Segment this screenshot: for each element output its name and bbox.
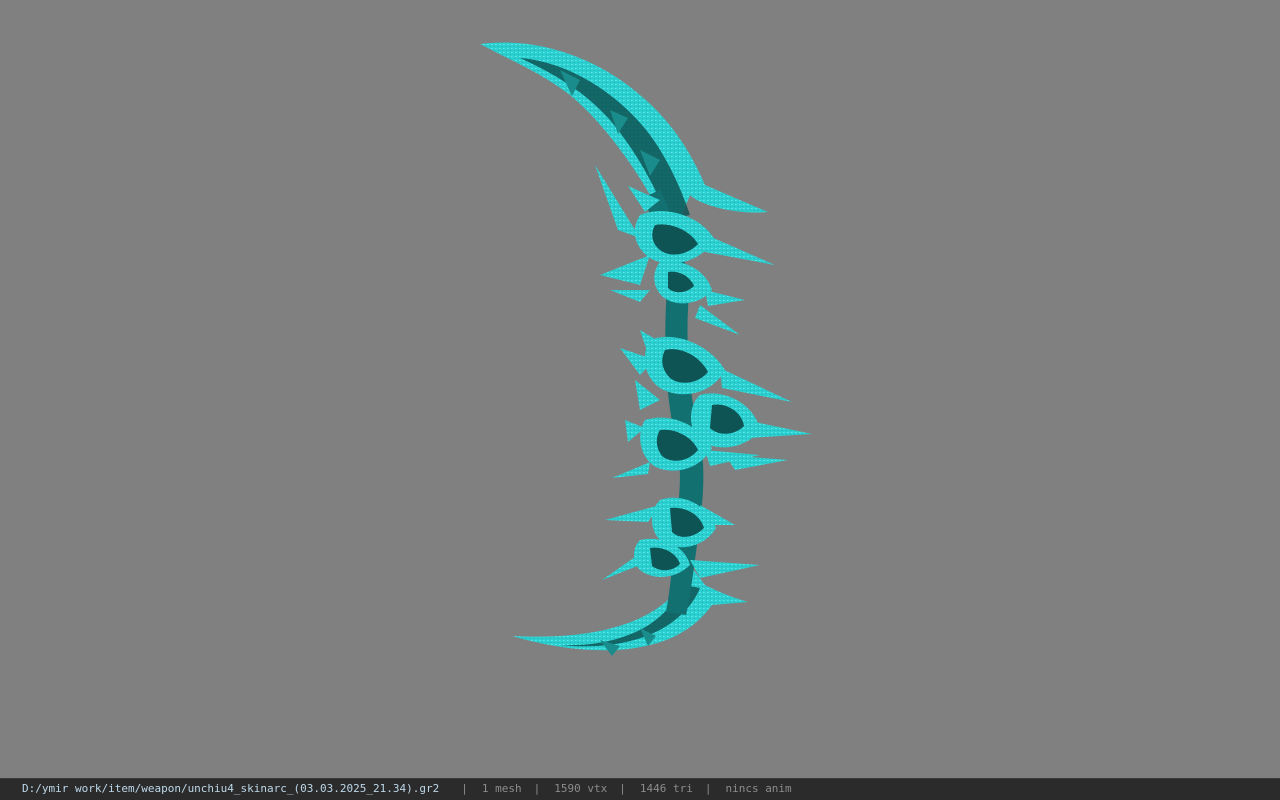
vertex-count: 1590 vtx [554,782,608,795]
upper-blade [480,42,768,240]
spike-cluster-4 [602,497,760,580]
animation-status: nincs anim [725,782,792,795]
mesh-count: 1 mesh [481,782,522,795]
status-separator: | [704,782,712,795]
weapon-model [480,42,812,656]
3d-viewport[interactable] [0,0,1280,778]
status-separator: | [461,782,468,795]
file-path: D:/ymir work/item/weapon/unchiu4_skinarc… [22,782,440,795]
status-separator: | [619,782,626,795]
status-separator: | [533,782,541,795]
status-bar: D:/ymir work/item/weapon/unchiu4_skinarc… [0,778,1280,800]
triangle-count: 1446 tri [639,782,693,795]
